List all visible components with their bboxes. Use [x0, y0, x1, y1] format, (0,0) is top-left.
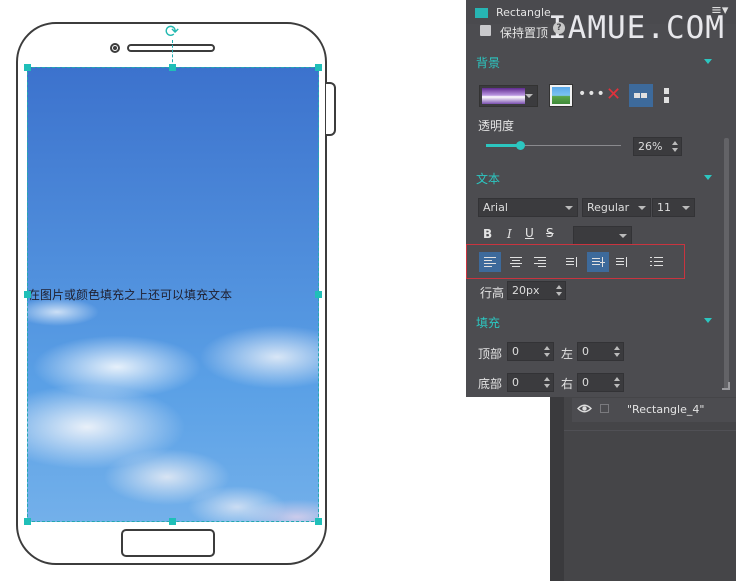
padding-bottom-label: 底部: [478, 377, 503, 391]
keep-on-top-label: 保持置顶: [500, 26, 549, 40]
layer-lock-checkbox[interactable]: [600, 404, 609, 413]
underline-button[interactable]: U: [525, 226, 534, 240]
layers-divider: [564, 430, 736, 431]
padding-right-input[interactable]: 0: [577, 373, 624, 392]
text-section-title[interactable]: 文本: [476, 170, 500, 187]
italic-button[interactable]: I: [507, 227, 512, 241]
resize-handle-bottom-left[interactable]: [24, 518, 31, 525]
rotate-connector: [172, 40, 174, 67]
padding-top-label: 顶部: [478, 347, 503, 361]
rotate-icon[interactable]: ⟳: [162, 22, 182, 42]
font-family-value: Arial: [483, 201, 508, 214]
eye-icon[interactable]: [577, 403, 592, 414]
resize-handle-right[interactable]: [315, 291, 322, 298]
layer-name[interactable]: "Rectangle_4": [627, 403, 704, 416]
opacity-slider-thumb[interactable]: [516, 141, 525, 150]
opacity-label: 透明度: [478, 119, 515, 133]
gradient-swatch-icon[interactable]: [479, 85, 538, 107]
resize-handle-top[interactable]: [169, 64, 176, 71]
help-icon[interactable]: ?: [553, 22, 565, 34]
layers-panel: [550, 396, 736, 581]
resize-handle-left[interactable]: [24, 291, 31, 298]
resize-handle-bottom-right[interactable]: [315, 518, 322, 525]
padding-left-label: 左: [561, 347, 574, 361]
opacity-slider[interactable]: [486, 141, 621, 150]
properties-panel: Rectangle ≡▾ 保持置顶 背景 ••• ✕ 透明度 26% 文本 Ar…: [466, 0, 736, 397]
watermark: IAMUE.COM: [548, 10, 725, 46]
fill-mode-icon[interactable]: [629, 84, 653, 107]
image-swatch-icon[interactable]: [549, 84, 573, 107]
panel-scrollbar[interactable]: [724, 138, 729, 390]
padding-right-value: 0: [582, 376, 589, 389]
line-height-value: 20px: [512, 284, 540, 297]
padding-bottom-value: 0: [512, 376, 519, 389]
padding-bottom-input[interactable]: 0: [507, 373, 554, 392]
font-size-select[interactable]: 11: [652, 198, 695, 217]
font-weight-select[interactable]: Regular: [582, 198, 651, 217]
fill-section-title[interactable]: 填充: [476, 314, 500, 331]
layer-row[interactable]: "Rectangle_4": [572, 398, 736, 422]
fill-collapse-icon[interactable]: [704, 318, 712, 323]
resize-handle-top-left[interactable]: [24, 64, 31, 71]
camera-icon: [110, 43, 120, 53]
font-size-value: 11: [657, 201, 671, 214]
line-height-label: 行高: [480, 286, 505, 300]
alignment-highlight-box: [466, 244, 685, 279]
phone-speaker: [127, 44, 215, 52]
opacity-value: 26%: [638, 140, 663, 153]
resize-handle-bottom[interactable]: [169, 518, 176, 525]
strikethrough-button[interactable]: S: [546, 226, 554, 240]
selection-outline: [27, 67, 319, 522]
delete-icon[interactable]: ✕: [606, 85, 621, 105]
padding-left-input[interactable]: 0: [577, 342, 624, 361]
font-weight-value: Regular: [587, 201, 630, 214]
background-section-title[interactable]: 背景: [476, 54, 500, 71]
bold-button[interactable]: B: [483, 227, 492, 241]
padding-top-value: 0: [512, 345, 519, 358]
phone-home-button: [121, 529, 215, 557]
text-collapse-icon[interactable]: [704, 175, 712, 180]
panel-title: Rectangle: [496, 6, 551, 19]
fill-mode-vertical-icon[interactable]: [664, 88, 669, 104]
resize-handle-top-right[interactable]: [315, 64, 322, 71]
font-family-select[interactable]: Arial: [478, 198, 578, 217]
text-color-select[interactable]: [573, 226, 632, 245]
shape-color-swatch: [475, 8, 488, 18]
padding-left-value: 0: [582, 345, 589, 358]
padding-right-label: 右: [561, 377, 574, 391]
phone-side-button: [326, 82, 336, 136]
panel-resize-grip[interactable]: [722, 382, 730, 390]
keep-on-top-checkbox[interactable]: [480, 25, 491, 36]
more-icon[interactable]: •••: [578, 86, 606, 102]
opacity-input[interactable]: 26%: [633, 137, 682, 156]
padding-top-input[interactable]: 0: [507, 342, 554, 361]
background-collapse-icon[interactable]: [704, 59, 712, 64]
layers-panel-gutter: [550, 396, 564, 581]
line-height-input[interactable]: 20px: [507, 281, 566, 300]
